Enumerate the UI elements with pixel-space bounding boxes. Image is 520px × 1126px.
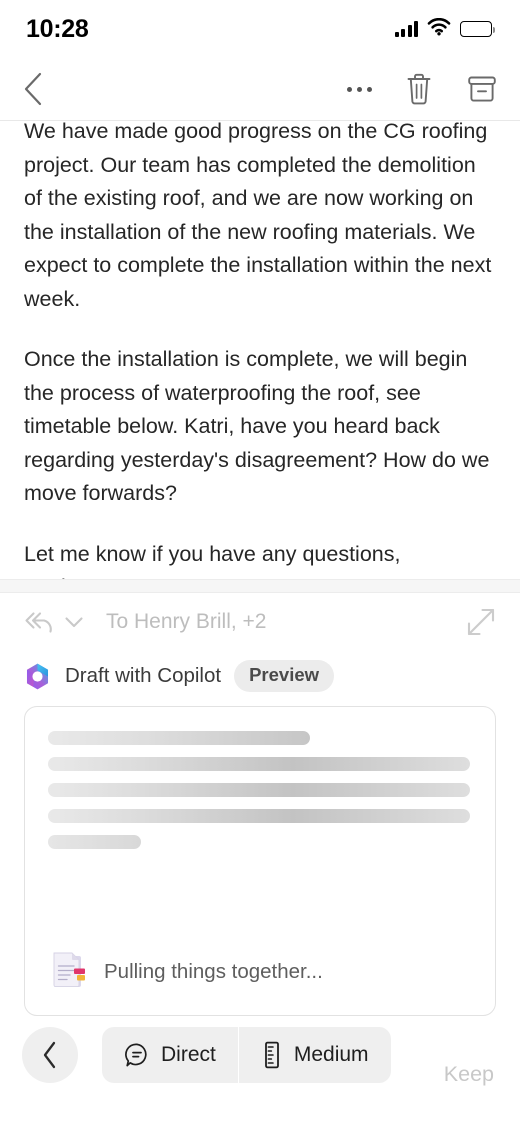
reply-all-button[interactable]	[22, 609, 56, 635]
status-bar-indicators	[394, 17, 496, 41]
chevron-down-icon	[65, 617, 83, 628]
document-generating-icon	[53, 952, 85, 988]
copilot-logo-icon	[26, 663, 49, 689]
email-body: We have made good progress on the CG roo…	[0, 121, 520, 579]
more-options-button[interactable]	[347, 86, 372, 92]
back-button[interactable]	[22, 71, 44, 107]
archive-icon	[468, 76, 496, 102]
email-paragraph: Once the installation is complete, we wi…	[24, 347, 490, 505]
skeleton-line	[48, 757, 470, 771]
skeleton-line	[48, 783, 470, 797]
chevron-left-icon	[24, 72, 42, 106]
length-option-label: Medium	[293, 1043, 369, 1066]
copilot-row: Draft with Copilot Preview	[20, 651, 500, 701]
preview-badge[interactable]: Preview	[234, 660, 335, 692]
trash-icon	[407, 73, 431, 105]
copilot-back-button[interactable]	[22, 1027, 78, 1083]
status-bar: 10:28	[0, 0, 520, 58]
email-signature: Let me know if you have any questions, K…	[24, 541, 401, 580]
wifi-icon	[427, 17, 451, 41]
expand-compose-button[interactable]	[464, 605, 498, 639]
chevron-left-icon	[43, 1041, 56, 1069]
email-detail-screen: 10:28 We have made good progress on the …	[0, 0, 520, 1126]
email-paragraph: We have made good progress on the CG roo…	[24, 121, 492, 311]
delete-button[interactable]	[404, 72, 434, 106]
archive-button[interactable]	[466, 73, 498, 105]
ellipsis-icon	[347, 86, 372, 92]
tone-option-button[interactable]: Direct	[102, 1027, 238, 1083]
generation-status-text: Pulling things together...	[104, 960, 323, 983]
copilot-toolbar: Direct Medium Keep	[0, 1016, 520, 1126]
compose-separator	[0, 579, 520, 593]
battery-full-icon	[460, 21, 496, 37]
draft-preview-card: Pulling things together...	[24, 706, 496, 1016]
chat-bubble-lines-icon	[125, 1043, 147, 1067]
draft-options-segmented-control: Direct Medium	[102, 1027, 391, 1083]
copilot-label: Draft with Copilot	[65, 664, 222, 687]
reply-mode-dropdown[interactable]	[63, 614, 85, 630]
recipients-field[interactable]: To Henry Brill, +2	[106, 610, 457, 634]
skeleton-line	[48, 731, 310, 745]
signal-bars-icon	[394, 21, 418, 37]
expand-diagonal-icon	[467, 608, 495, 636]
keep-button[interactable]: Keep	[444, 1062, 498, 1087]
length-option-button[interactable]: Medium	[239, 1027, 391, 1083]
generation-status-row: Pulling things together...	[48, 951, 470, 993]
skeleton-line	[48, 809, 470, 823]
recipient-row: To Henry Brill, +2	[20, 593, 500, 651]
skeleton-line	[48, 835, 141, 849]
skeleton-placeholder	[48, 731, 470, 849]
compose-area: To Henry Brill, +2 Draft with Copilot Pr…	[0, 593, 520, 1016]
navigation-bar	[0, 58, 520, 121]
ruler-icon	[264, 1041, 279, 1069]
status-bar-time: 10:28	[26, 14, 89, 43]
tone-option-label: Direct	[161, 1043, 216, 1066]
reply-all-icon	[25, 612, 52, 633]
